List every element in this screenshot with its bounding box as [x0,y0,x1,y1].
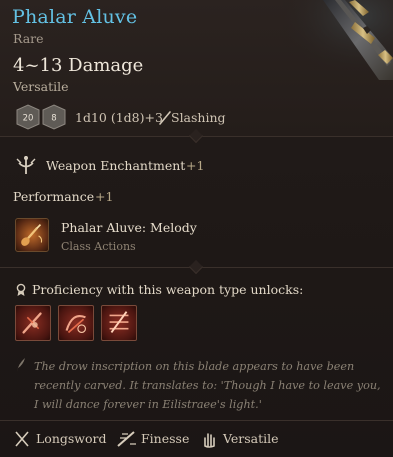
dice-icon: 20 8 [16,104,66,130]
crippling-strike-icon[interactable] [15,305,51,341]
crossed-swords-icon [15,431,29,447]
hand-icon [204,433,215,448]
property-longsword: Longsword [36,431,107,446]
versatile-tag: Versatile [13,79,69,94]
finesse-icon [117,431,136,447]
item-name: Phalar Aluve [12,6,138,28]
damage-range: 4~13 Damage [13,55,144,76]
action-category: Class Actions [61,240,136,253]
damage-type: Slashing [171,110,226,125]
tooltip-header: Phalar Aluve Rare 4~13 Damage Versatile … [0,0,393,136]
enchantment-icon [16,156,36,174]
damage-formula: 1d10 (1d8)+3 [75,110,163,125]
enchantment-section: Weapon Enchantment +1 Performance +1 Pha… [0,146,393,264]
section-divider [0,420,393,421]
enchantment-bonus: +1 [186,158,205,173]
enchantment-label: Weapon Enchantment [46,158,186,173]
quill-icon [17,358,25,372]
flavor-text: The drow inscription on this blade appea… [34,360,381,411]
performance-label: Performance [13,189,95,204]
property-finesse: Finesse [141,431,190,446]
sword-art-icon [283,0,393,80]
right-die-value: 8 [51,114,56,124]
lute-melody-icon[interactable] [15,218,49,252]
weapon-properties: Longsword Finesse Versatile [0,424,393,457]
item-rarity: Rare [13,31,44,46]
action-name: Phalar Aluve: Melody [61,220,197,235]
left-die-value: 20 [23,114,34,124]
property-versatile: Versatile [223,431,279,446]
flourish-icon[interactable] [58,305,94,341]
performance-bonus: +1 [95,189,114,204]
slash-action-icon[interactable] [101,305,137,341]
proficiency-icon [16,283,26,296]
item-tooltip: Phalar Aluve Rare 4~13 Damage Versatile … [0,0,393,457]
slashing-icon [159,111,171,125]
proficiency-label: Proficiency with this weapon type unlock… [32,282,304,297]
